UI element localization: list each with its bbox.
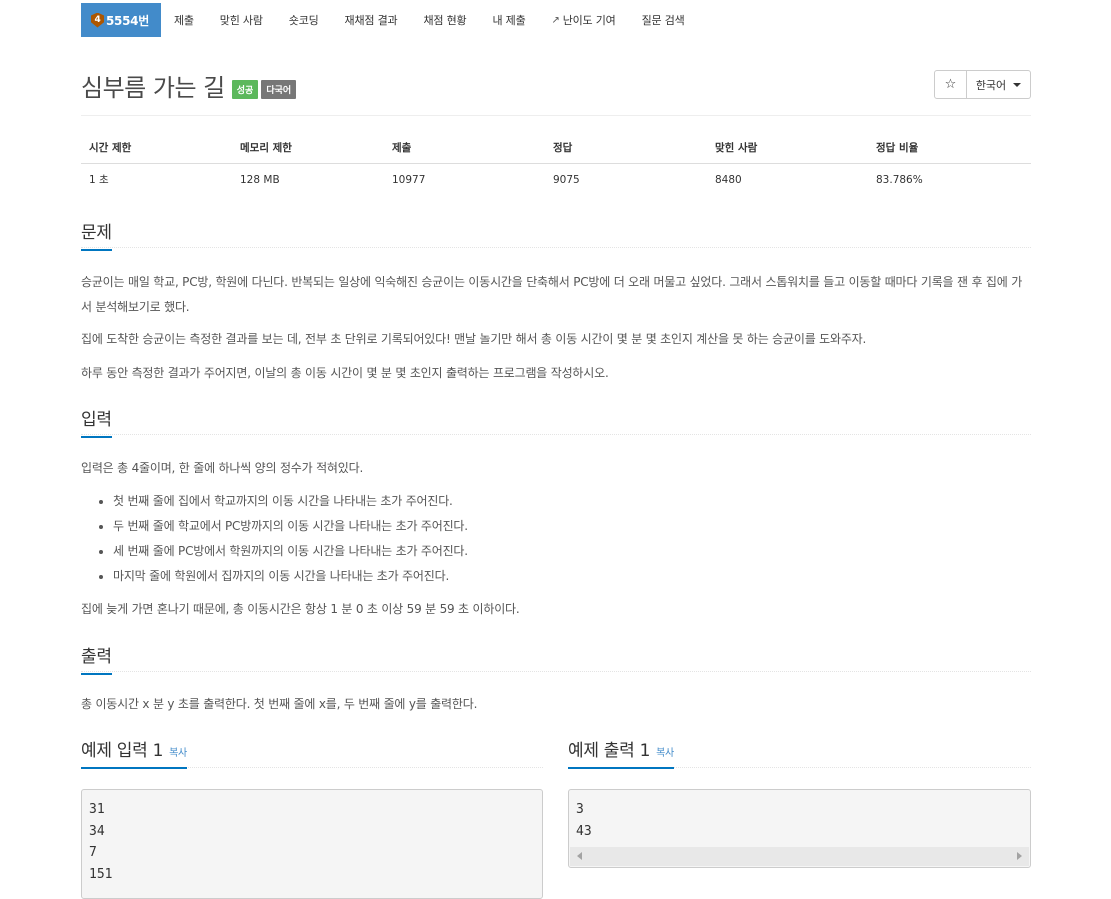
- problem-title-row: 심부름 가는 길 성공 다국어: [81, 68, 297, 103]
- value-time-limit: 1 초: [89, 174, 109, 186]
- header-accepted-users: 맞힌 사람: [707, 132, 868, 164]
- problem-paragraph-3: 하루 동안 측정한 결과가 주어지면, 이날의 총 이동 시간이 몇 분 몇 초…: [81, 366, 609, 380]
- external-link-icon: ↗: [551, 14, 560, 26]
- problem-number-tab[interactable]: 4 5554번: [81, 3, 161, 37]
- header-time-limit: 시간 제한: [81, 132, 232, 164]
- tier-badge-icon: 4: [91, 12, 104, 28]
- copy-output-button[interactable]: 복사: [656, 748, 674, 759]
- header-memory-limit: 메모리 제한: [232, 132, 384, 164]
- page-title: 심부름 가는 길: [81, 74, 225, 102]
- caret-down-icon: [1013, 82, 1022, 87]
- nav-submit[interactable]: 제출: [161, 3, 207, 37]
- multilingual-badge: 다국어: [261, 80, 297, 99]
- value-accepted: 9075: [553, 173, 580, 186]
- header-submissions: 제출: [384, 132, 545, 164]
- nav-my-submissions[interactable]: 내 제출: [479, 3, 538, 37]
- sample-input-line: 151: [89, 866, 113, 882]
- sample-input-title-text: 예제 입력 1: [81, 741, 164, 761]
- input-intro: 입력은 총 4줄이며, 한 줄에 하나씩 양의 정수가 적혀있다.: [81, 461, 364, 475]
- sample-output-title-text: 예제 출력 1: [568, 741, 651, 761]
- nav-question-search[interactable]: 질문 검색: [629, 3, 698, 37]
- scroll-left-icon[interactable]: [577, 852, 582, 860]
- problem-menu: 4 5554번 제출 맞힌 사람 숏코딩 재채점 결과 채점 현황 내 제출 ↗…: [81, 3, 698, 37]
- list-item: 두 번째 줄에 학교에서 PC방까지의 이동 시간을 나타내는 초가 주어진다.: [113, 514, 1031, 539]
- sample-input-box[interactable]: 31 34 7 151: [81, 789, 543, 899]
- nav-status[interactable]: 채점 현황: [410, 3, 479, 37]
- sample-input-header: 예제 입력 1 복사: [81, 736, 543, 769]
- title-actions: ☆ 한국어: [934, 70, 1031, 99]
- value-submissions: 10977: [392, 173, 426, 186]
- info-header-row: 시간 제한 메모리 제한 제출 정답 맞힌 사람 정답 비율: [81, 132, 1031, 164]
- sample-input-line: 34: [89, 823, 105, 839]
- input-outro: 집에 늦게 가면 혼나기 때문에, 총 이동시간은 항상 1 분 0 초 이상 …: [81, 602, 520, 616]
- info-value-row: 1 초 128 MB 10977 9075 8480 83.786%: [81, 164, 1031, 196]
- problem-paragraph-2: 집에 도착한 승균이는 측정한 결과를 보는 데, 전부 초 단위로 기록되어있…: [81, 332, 867, 346]
- value-accepted-users: 8480: [715, 173, 742, 186]
- sample-output-box[interactable]: 3 43: [568, 789, 1031, 868]
- problem-section-header: 문제: [81, 218, 1031, 251]
- nav-difficulty-contribution[interactable]: ↗ 난이도 기여: [539, 3, 629, 37]
- horizontal-scrollbar[interactable]: [570, 847, 1029, 866]
- header-accept-ratio: 정답 비율: [868, 132, 1031, 164]
- title-divider: [81, 115, 1031, 116]
- scroll-right-icon[interactable]: [1017, 852, 1022, 860]
- problem-info-table: 시간 제한 메모리 제한 제출 정답 맞힌 사람 정답 비율 1 초 128 M…: [81, 132, 1031, 195]
- sample-output-line: 3: [576, 802, 584, 817]
- problem-paragraph-1: 승균이는 매일 학교, PC방, 학원에 다닌다. 반복되는 일상에 익숙해진 …: [81, 275, 1023, 314]
- output-section-header: 출력: [81, 642, 1031, 675]
- list-item: 첫 번째 줄에 집에서 학교까지의 이동 시간을 나타내는 초가 주어진다.: [113, 489, 1031, 514]
- nav-accepted-users[interactable]: 맞힌 사람: [207, 3, 276, 37]
- nav-difficulty-label: 난이도 기여: [562, 14, 616, 27]
- sample-input-line: 7: [89, 845, 97, 860]
- value-memory-limit: 128 MB: [240, 173, 280, 186]
- star-button[interactable]: ☆: [934, 70, 967, 99]
- nav-short-coding[interactable]: 숏코딩: [276, 3, 332, 37]
- sample-output-title: 예제 출력 1 복사: [568, 736, 674, 769]
- value-accept-ratio: 83.786%: [876, 173, 923, 186]
- star-icon: ☆: [944, 77, 957, 92]
- list-item: 세 번째 줄에 PC방에서 학원까지의 이동 시간을 나타내는 초가 주어진다.: [113, 539, 1031, 564]
- sample-input-title: 예제 입력 1 복사: [81, 736, 187, 769]
- sample-input-line: 31: [89, 802, 105, 817]
- language-label: 한국어: [975, 78, 1007, 92]
- output-description: 총 이동시간 x 분 y 초를 출력한다. 첫 번째 줄에 x를, 두 번째 줄…: [81, 697, 478, 711]
- language-dropdown[interactable]: 한국어: [967, 70, 1031, 99]
- input-section-header: 입력: [81, 405, 1031, 438]
- sample-output-line: 43: [576, 823, 592, 839]
- sample-output-header: 예제 출력 1 복사: [568, 736, 1031, 769]
- nav-rejudge-results[interactable]: 재채점 결과: [332, 3, 411, 37]
- status-badge-success: 성공: [231, 80, 259, 99]
- problem-number-label: 5554번: [106, 13, 149, 28]
- copy-input-button[interactable]: 복사: [169, 748, 187, 759]
- input-section-title: 입력: [81, 405, 112, 438]
- header-accepted: 정답: [545, 132, 707, 164]
- list-item: 마지막 줄에 학원에서 집까지의 이동 시간을 나타내는 초가 주어진다.: [113, 564, 1031, 589]
- input-bullet-list: 첫 번째 줄에 집에서 학교까지의 이동 시간을 나타내는 초가 주어진다. 두…: [81, 489, 1031, 589]
- problem-section-title: 문제: [81, 218, 112, 251]
- output-section-title: 출력: [81, 642, 112, 675]
